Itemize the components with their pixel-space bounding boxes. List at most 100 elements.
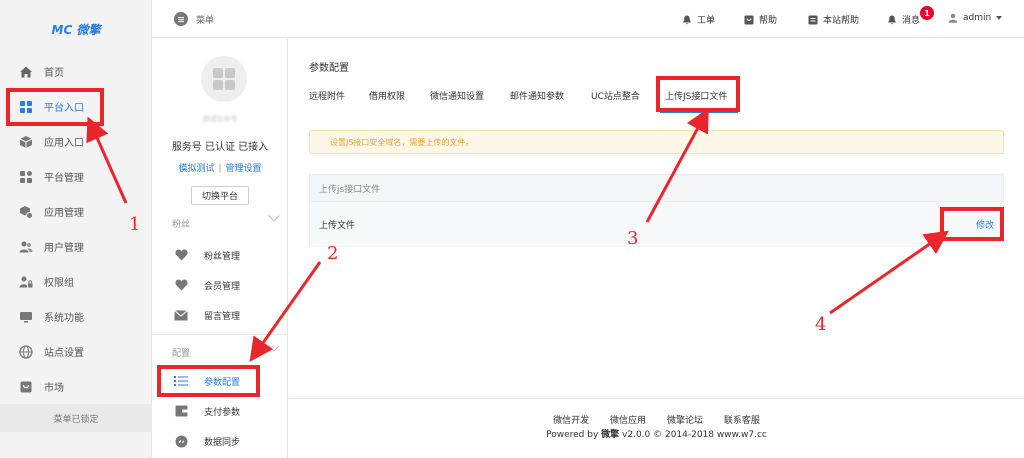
wallet-icon — [174, 404, 188, 418]
menu-locked-label[interactable]: 菜单已锁定 — [0, 404, 152, 432]
header-link-messages[interactable]: 消息 — [887, 13, 920, 26]
sync-icon — [174, 434, 188, 448]
footer-link-wechat-dev[interactable]: 微信开发 — [553, 416, 589, 426]
sub-item-data-sync[interactable]: 数据同步 — [152, 426, 288, 456]
panel-title: 上传js接口文件 — [310, 175, 1003, 202]
table-row: 上传文件 修改 — [310, 202, 1003, 247]
highlight-box-modify-link — [940, 207, 1004, 241]
caret-down-icon — [996, 16, 1003, 20]
sidebar-item-label: 平台管理 — [44, 173, 84, 184]
simulate-test-link[interactable]: 模拟测试 — [178, 164, 214, 174]
header-link-label: 本站帮助 — [823, 16, 860, 26]
globe-icon — [19, 344, 33, 359]
book-icon — [808, 15, 818, 24]
users-icon — [19, 240, 33, 254]
bell-icon — [683, 15, 691, 24]
sub-item-label: 数据同步 — [204, 437, 241, 448]
sidebar-item-label: 应用管理 — [44, 208, 84, 219]
sub-item-payment-params[interactable]: 支付参数 — [152, 396, 288, 426]
user-icon — [948, 13, 958, 23]
home-icon — [19, 65, 33, 79]
store-icon — [19, 380, 33, 394]
top-header: 菜单 工单 帮助 本站帮助 消息 1 admin — [152, 0, 1024, 38]
header-link-label: 工单 — [697, 16, 716, 26]
tab-mail-notify[interactable]: 邮件通知参数 — [510, 89, 564, 102]
sidebar-item-system[interactable]: 系统功能 — [0, 299, 152, 334]
cube-icon — [19, 135, 33, 149]
sub-item-label: 支付参数 — [204, 407, 241, 418]
account-status: 服务号 已认证 已接入 — [171, 142, 269, 153]
sidebar-item-platform-manage[interactable]: 平台管理 — [0, 159, 152, 194]
group-divider — [152, 334, 288, 335]
highlight-box-platform-entry — [6, 88, 104, 126]
sidebar-item-app-entry[interactable]: 应用入口 — [0, 124, 152, 159]
step-number-4: 4 — [815, 314, 827, 335]
sidebar-item-label: 用户管理 — [44, 243, 84, 254]
footer-link-support[interactable]: 联系客服 — [724, 416, 760, 426]
chevron-down-icon[interactable] — [268, 340, 280, 352]
step-number-1: 1 — [129, 214, 141, 235]
sidebar-item-home[interactable]: 首页 — [0, 54, 152, 89]
sidebar-item-label: 站点设置 — [44, 348, 84, 359]
help-icon — [744, 15, 754, 24]
header-link-help[interactable]: 帮助 — [744, 13, 777, 26]
sub-item-label: 粉丝管理 — [204, 251, 241, 262]
tab-wechat-notify[interactable]: 微信通知设置 — [430, 89, 484, 102]
info-alert: 设置JS接口安全域名，需要上传的文件。 — [309, 130, 1004, 154]
logo[interactable]: MC 微擎 — [0, 0, 152, 58]
bell-icon — [888, 15, 896, 24]
apps-icon — [19, 170, 33, 184]
monitor-icon — [19, 310, 33, 324]
message-count-badge: 1 — [920, 6, 934, 20]
sidebar-item-site-settings[interactable]: 站点设置 — [0, 334, 152, 369]
sidebar-item-market[interactable]: 市场 — [0, 369, 152, 404]
sidebar-item-permissions[interactable]: 权限组 — [0, 264, 152, 299]
switch-platform-button[interactable]: 切换平台 — [191, 186, 249, 205]
sub-item-message-manage[interactable]: 留言管理 — [152, 300, 288, 330]
sidebar-item-label: 系统功能 — [44, 313, 84, 324]
account-avatar — [201, 56, 247, 102]
group-title-fans[interactable]: 粉丝 — [172, 217, 190, 230]
heart-icon — [174, 248, 188, 262]
copyright-suffix: v2.0.0 © 2014-2018 www.w7.cc — [619, 430, 767, 440]
tab-remote-attachment[interactable]: 远程附件 — [309, 89, 345, 102]
link-separator: | — [218, 164, 222, 174]
copyright-prefix: Powered by — [546, 430, 602, 440]
highlight-box-upload-js-tab — [656, 76, 740, 112]
tab-borrow-permission[interactable]: 借用权限 — [369, 89, 405, 102]
footer-link-forum[interactable]: 微擎论坛 — [667, 416, 703, 426]
copyright-brand: 微擎 — [601, 430, 620, 440]
menu-toggle-icon[interactable] — [174, 12, 188, 26]
sub-item-label: 会员管理 — [204, 281, 241, 292]
account-name: 测试公众号 — [202, 115, 238, 123]
sub-item-member-manage[interactable]: 会员管理 — [152, 270, 288, 300]
footer-link-wechat-apps[interactable]: 微信应用 — [610, 416, 646, 426]
user-menu[interactable]: admin — [948, 13, 1003, 23]
footer-links: 微信开发 微信应用 微擎论坛 联系客服 — [289, 413, 1024, 426]
header-link-ticket[interactable]: 工单 — [682, 13, 715, 26]
group-title-config[interactable]: 配置 — [172, 346, 190, 359]
page-footer: 微信开发 微信应用 微擎论坛 联系客服 Powered by 微擎 v2.0.0… — [289, 398, 1024, 458]
account-links: 模拟测试 | 管理设置 — [152, 161, 288, 174]
header-link-site-help[interactable]: 本站帮助 — [808, 13, 859, 26]
user-lock-icon — [19, 275, 33, 289]
header-link-label: 帮助 — [759, 16, 778, 26]
chevron-down-icon[interactable] — [268, 210, 280, 222]
sidebar-item-label: 权限组 — [44, 278, 74, 289]
user-name: admin — [963, 13, 992, 23]
logo-text: MC 微擎 — [51, 22, 101, 37]
sub-item-label: 留言管理 — [204, 311, 241, 322]
page-title: 参数配置 — [309, 63, 349, 74]
copyright: Powered by 微擎 v2.0.0 © 2014-2018 www.w7.… — [289, 427, 1024, 440]
sidebar-item-label: 应用入口 — [44, 138, 84, 149]
step-number-3: 3 — [627, 228, 639, 249]
sidebar-item-label: 市场 — [44, 383, 64, 394]
sub-item-fans-manage[interactable]: 粉丝管理 — [152, 240, 288, 270]
gear-cube-icon — [19, 205, 33, 219]
menu-label[interactable]: 菜单 — [196, 13, 214, 26]
manage-settings-link[interactable]: 管理设置 — [226, 164, 262, 174]
heart-icon — [174, 278, 188, 292]
placeholder-grid-icon — [213, 68, 235, 90]
tab-uc-integration[interactable]: UC站点整合 — [591, 89, 640, 102]
step-number-2: 2 — [327, 243, 339, 264]
